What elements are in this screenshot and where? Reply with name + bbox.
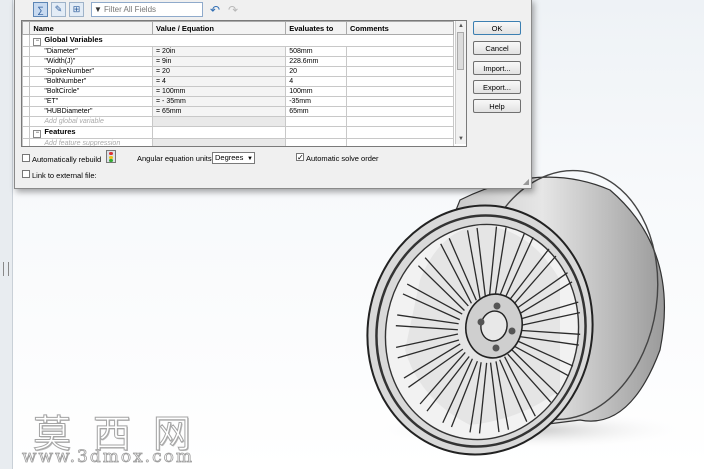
empty-cell xyxy=(152,138,287,146)
variable-name[interactable]: "ET" xyxy=(29,96,154,107)
empty-cell xyxy=(152,126,287,139)
variable-value[interactable]: = 65mm xyxy=(152,106,287,117)
link-external-checkbox[interactable] xyxy=(22,170,30,178)
undo-icon[interactable]: ↶ xyxy=(207,2,223,17)
empty-cell xyxy=(285,138,347,146)
variable-evaluates: 20 xyxy=(285,66,347,77)
variable-value[interactable]: = 20 xyxy=(152,66,287,77)
variable-evaluates: 4 xyxy=(285,76,347,87)
ok-button[interactable]: OK xyxy=(473,21,521,35)
variable-name[interactable]: "HUBDiameter" xyxy=(29,106,154,117)
variable-evaluates: 228.6mm xyxy=(285,56,347,67)
table-row[interactable]: "Diameter" = 20in 508mm xyxy=(22,46,454,57)
table-row[interactable]: "BoltCircle" = 100mm 100mm xyxy=(22,86,454,97)
variable-evaluates: 100mm xyxy=(285,86,347,97)
grid-scrollbar[interactable]: ▲ ▼ xyxy=(455,21,466,144)
variable-comment[interactable] xyxy=(346,96,454,107)
bolt-hole xyxy=(508,327,516,335)
dimension-view-icon[interactable]: ⊞ xyxy=(69,2,84,17)
variable-comment[interactable] xyxy=(346,66,454,77)
variable-name[interactable]: "Width(J)" xyxy=(29,56,154,67)
variable-comment[interactable] xyxy=(346,56,454,67)
group-label: Features xyxy=(44,127,76,137)
funnel-icon: ▼ xyxy=(94,5,102,14)
filter-field[interactable]: ▼ xyxy=(91,2,203,17)
column-header-name[interactable]: Name xyxy=(29,21,154,35)
group-row-global[interactable]: − Global Variables xyxy=(22,34,454,47)
empty-cell xyxy=(152,116,287,127)
angular-units-label: Angular equation units: xyxy=(137,154,214,163)
watermark-url: www.3dmox.com xyxy=(22,447,194,468)
dialog-toolbar: ∑ ✎ ⊞ ▼ ↶ ↷ xyxy=(19,2,319,18)
add-row[interactable]: Add global variable xyxy=(22,116,454,127)
variable-name[interactable]: "BoltNumber" xyxy=(29,76,154,87)
table-row[interactable]: "HUBDiameter" = 65mm 65mm xyxy=(22,106,454,117)
empty-cell xyxy=(346,126,454,139)
filter-input[interactable] xyxy=(104,5,198,14)
group-label: Global Variables xyxy=(44,35,103,45)
group-row-features[interactable]: − Features xyxy=(22,126,454,139)
dialog-resize-grip[interactable]: ◢ xyxy=(523,177,529,186)
empty-cell xyxy=(285,116,347,127)
variable-evaluates: 65mm xyxy=(285,106,347,117)
variable-value[interactable]: = 100mm xyxy=(152,86,287,97)
link-external-label: Link to external file: xyxy=(32,171,97,180)
empty-cell xyxy=(346,116,454,127)
variable-name[interactable]: "BoltCircle" xyxy=(29,86,154,97)
table-row[interactable]: "BoltNumber" = 4 4 xyxy=(22,76,454,87)
auto-rebuild-label: Automatically rebuild xyxy=(32,155,102,164)
empty-cell xyxy=(285,126,347,139)
table-row[interactable]: "SpokeNumber" = 20 20 xyxy=(22,66,454,77)
help-button[interactable]: Help xyxy=(473,99,521,113)
variable-value[interactable]: = 20in xyxy=(152,46,287,57)
table-row[interactable]: "ET" = - 35mm -35mm xyxy=(22,96,454,107)
equations-dialog: ∑ ✎ ⊞ ▼ ↶ ↷ Name Value / Equation Evalua… xyxy=(14,0,532,189)
export-button[interactable]: Export... xyxy=(473,80,521,94)
empty-cell xyxy=(346,138,454,146)
add-feature-suppression-placeholder[interactable]: Add feature suppression xyxy=(29,138,154,146)
add-row[interactable]: Add feature suppression xyxy=(22,138,454,146)
scroll-up-icon[interactable]: ▲ xyxy=(456,21,466,31)
scroll-down-icon[interactable]: ▼ xyxy=(456,134,466,144)
variable-comment[interactable] xyxy=(346,106,454,117)
variable-evaluates: -35mm xyxy=(285,96,347,107)
column-header-evaluates[interactable]: Evaluates to xyxy=(285,21,347,35)
redo-icon: ↷ xyxy=(227,2,239,17)
table-row[interactable]: "Width(J)" = 9in 228.6mm xyxy=(22,56,454,67)
angular-units-select[interactable]: Degrees ▼ xyxy=(212,152,255,164)
sketch-equation-view-icon[interactable]: ✎ xyxy=(51,2,66,17)
scroll-thumb[interactable] xyxy=(457,32,464,70)
column-header-comments[interactable]: Comments xyxy=(346,21,454,35)
rebuild-traffic-light-icon[interactable] xyxy=(106,150,116,163)
add-global-variable-placeholder[interactable]: Add global variable xyxy=(29,116,154,127)
auto-solve-label: Automatic solve order xyxy=(306,154,379,163)
auto-solve-checkbox[interactable]: ✓ xyxy=(296,153,304,162)
bolt-hole xyxy=(493,302,501,310)
variable-comment[interactable] xyxy=(346,86,454,97)
angular-units-value: Degrees xyxy=(215,153,244,162)
column-header-value[interactable]: Value / Equation xyxy=(152,21,287,35)
variable-comment[interactable] xyxy=(346,76,454,87)
bolt-hole xyxy=(492,344,500,352)
variable-evaluates: 508mm xyxy=(285,46,347,57)
chevron-down-icon: ▼ xyxy=(247,156,253,162)
collapse-icon[interactable]: − xyxy=(33,38,42,46)
variable-value[interactable]: = 4 xyxy=(152,76,287,87)
equations-grid: Name Value / Equation Evaluates to Comme… xyxy=(21,20,467,147)
equation-view-icon[interactable]: ∑ xyxy=(33,2,48,17)
bolt-hole xyxy=(477,318,485,326)
import-button[interactable]: Import... xyxy=(473,61,521,75)
variable-name[interactable]: "SpokeNumber" xyxy=(29,66,154,77)
cancel-button[interactable]: Cancel xyxy=(473,41,521,55)
variable-value[interactable]: = 9in xyxy=(152,56,287,67)
variable-value[interactable]: = - 35mm xyxy=(152,96,287,107)
variable-comment[interactable] xyxy=(346,46,454,57)
variable-name[interactable]: "Diameter" xyxy=(29,46,154,57)
auto-rebuild-checkbox[interactable] xyxy=(22,154,30,162)
collapse-icon[interactable]: − xyxy=(33,130,42,138)
